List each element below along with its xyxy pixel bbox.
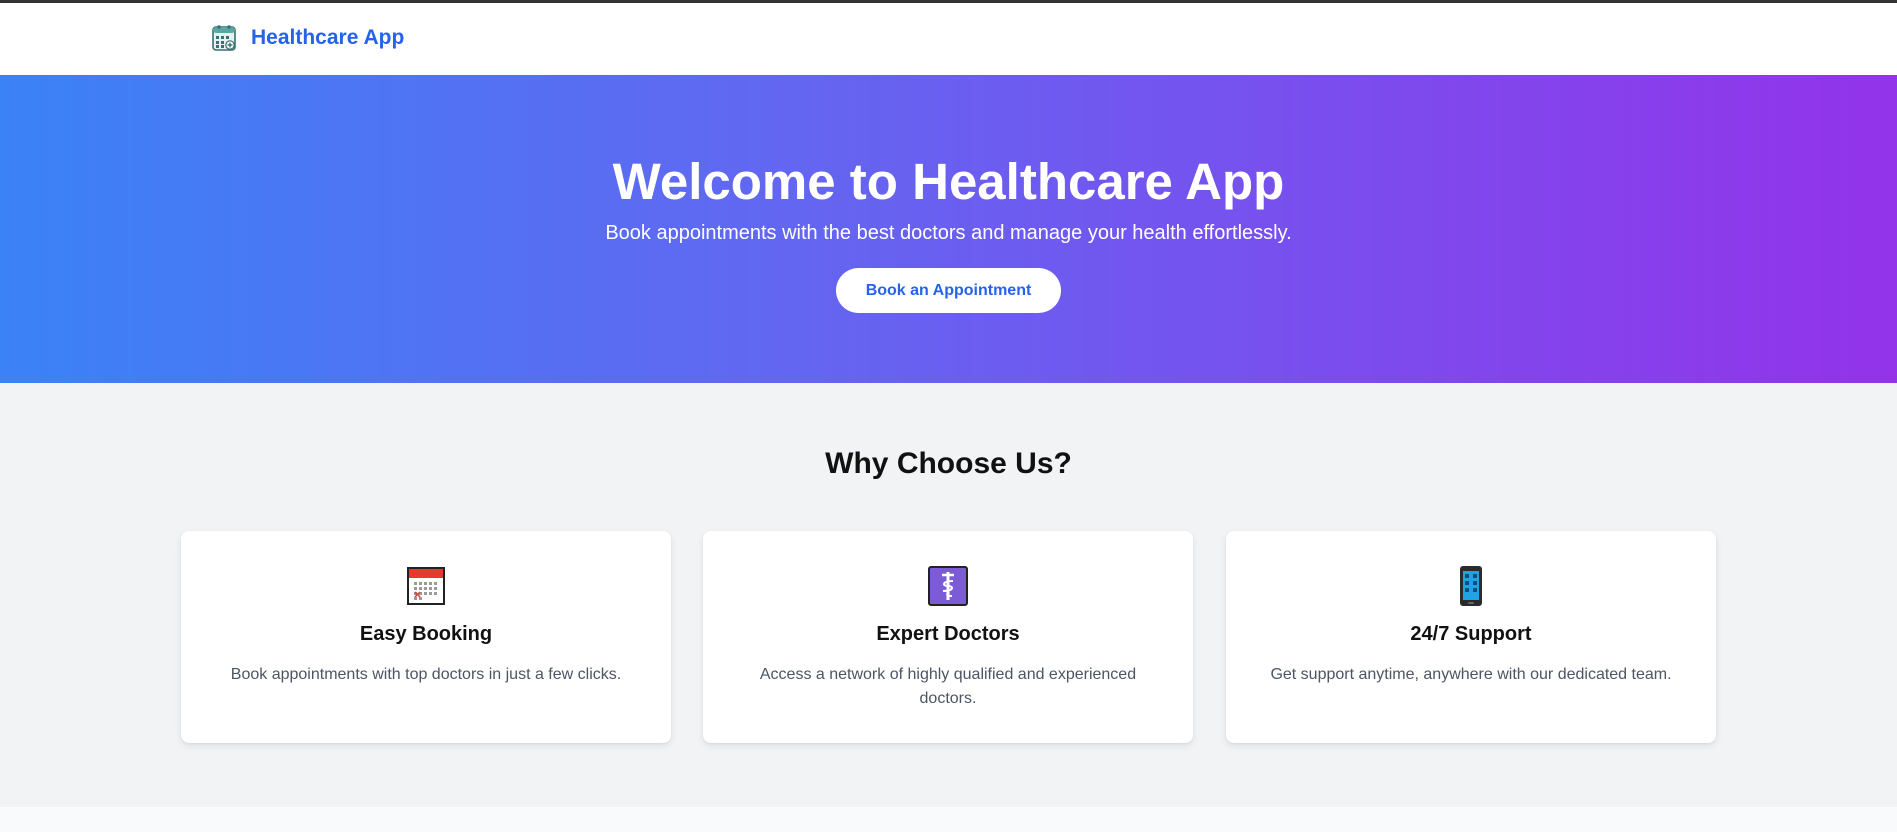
hero-subtitle: Book appointments with the best doctors … (605, 222, 1292, 244)
navbar: Healthcare App (0, 3, 1897, 75)
feature-text: Get support anytime, anywhere with our d… (1270, 666, 1672, 683)
hero-section: Welcome to Healthcare App Book appointme… (0, 75, 1897, 383)
calendar-icon (407, 567, 445, 605)
feature-card-expert-doctors: Expert Doctors Access a network of highl… (703, 531, 1193, 743)
feature-text: Access a network of highly qualified and… (759, 666, 1137, 707)
feature-title: Expert Doctors (876, 623, 1020, 645)
brand-name: Healthcare App (251, 26, 405, 49)
brand-link[interactable]: Healthcare App (211, 24, 404, 52)
feature-card-easy-booking: Easy Booking Book appointments with top … (181, 531, 671, 743)
feature-title: 24/7 Support (1410, 623, 1532, 645)
book-appointment-button[interactable]: Book an Appointment (836, 268, 1061, 313)
feature-card-support: 24/7 Support Get support anytime, anywhe… (1226, 531, 1716, 743)
features-title: Why Choose Us? (825, 447, 1072, 480)
feature-text: Book appointments with top doctors in ju… (230, 666, 622, 683)
medical-symbol-icon (928, 566, 968, 606)
mobile-phone-icon (1460, 566, 1482, 606)
hospital-calendar-icon (212, 25, 236, 51)
features-section: Why Choose Us? Easy Booking Book appoint… (0, 383, 1897, 807)
hero-title: Welcome to Healthcare App (612, 153, 1285, 210)
feature-title: Easy Booking (359, 623, 493, 645)
footer-strip (0, 807, 1897, 832)
